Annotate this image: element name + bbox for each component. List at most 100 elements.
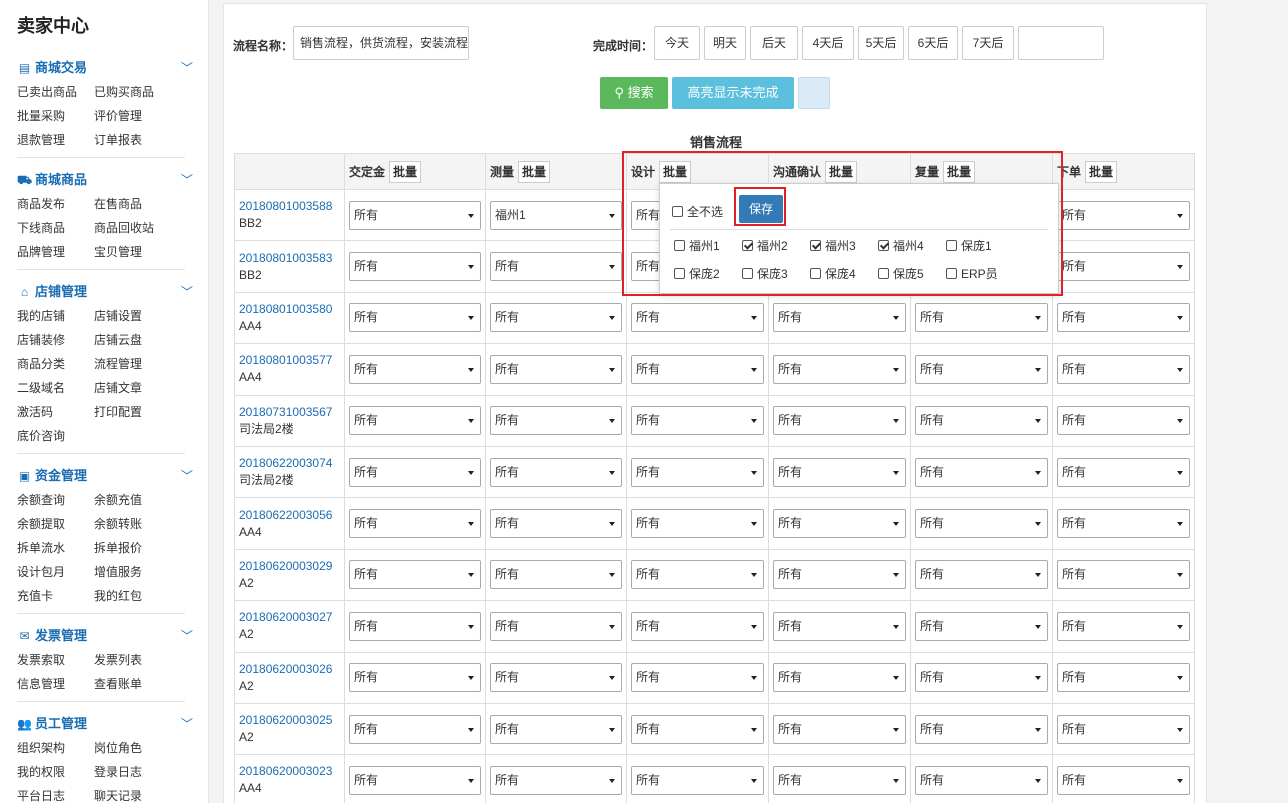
order-number-link[interactable]: 20180731003567 [239, 404, 340, 421]
assignee-select[interactable]: 所有 [490, 509, 622, 539]
sidebar-item[interactable]: 岗位角色 [94, 736, 171, 760]
chevron-down-icon[interactable]: ﹀ [181, 464, 193, 488]
assignee-select[interactable]: 所有 [1057, 611, 1190, 641]
sidebar-item[interactable]: 组织架构 [17, 736, 94, 760]
assignee-select[interactable]: 所有 [631, 765, 764, 795]
sidebar-item[interactable]: 商品回收站 [94, 216, 171, 240]
assignee-select[interactable]: 所有 [631, 354, 764, 384]
sidebar-item[interactable]: 激活码 [17, 400, 94, 424]
search-button[interactable]: ⚲ 搜索 [600, 77, 668, 109]
assignee-select[interactable]: 所有 [490, 765, 622, 795]
sidebar-item[interactable]: 商品发布 [17, 192, 94, 216]
checked-checkbox[interactable] [742, 240, 753, 251]
chevron-down-icon[interactable]: ﹀ [181, 624, 193, 648]
staff-option[interactable]: 保庞5 [878, 265, 924, 282]
sidebar-section-header[interactable]: ⌂ 店铺管理 ﹀ [17, 280, 193, 304]
checked-checkbox[interactable] [878, 240, 889, 251]
assignee-select[interactable]: 所有 [631, 560, 764, 590]
checkbox[interactable] [810, 268, 821, 279]
sidebar-section-header[interactable]: ✉ 发票管理 ﹀ [17, 624, 193, 648]
assignee-select[interactable]: 所有 [490, 252, 622, 282]
date-button[interactable]: 7天后 [962, 26, 1014, 60]
sidebar-item[interactable]: 评价管理 [94, 104, 171, 128]
assignee-select[interactable]: 所有 [349, 303, 481, 333]
assignee-select[interactable]: 所有 [349, 354, 481, 384]
assignee-select[interactable]: 所有 [1057, 252, 1190, 282]
sidebar-item[interactable]: 信息管理 [17, 672, 94, 696]
sidebar-item[interactable]: 设计包月 [17, 560, 94, 584]
sidebar-item[interactable]: 平台日志 [17, 784, 94, 803]
sidebar-item[interactable]: 我的红包 [94, 584, 171, 608]
assignee-select[interactable]: 所有 [631, 663, 764, 693]
assignee-select[interactable]: 所有 [1057, 354, 1190, 384]
assignee-select[interactable]: 所有 [1057, 509, 1190, 539]
sidebar-section-header[interactable]: ▣ 资金管理 ﹀ [17, 464, 193, 488]
staff-option[interactable]: 福州1 [674, 237, 720, 254]
sidebar-item[interactable]: 发票列表 [94, 648, 171, 672]
batch-button[interactable]: 批量 [1085, 160, 1118, 183]
sidebar-item[interactable]: 店铺云盘 [94, 328, 171, 352]
assignee-select[interactable]: 所有 [490, 303, 622, 333]
checkbox[interactable] [878, 268, 889, 279]
order-number-link[interactable]: 20180801003583 [239, 250, 340, 267]
assignee-select[interactable]: 所有 [490, 663, 622, 693]
extra-button[interactable] [798, 77, 830, 109]
date-button[interactable]: 今天 [654, 26, 700, 60]
sidebar-item[interactable]: 底价咨询 [17, 424, 94, 448]
sidebar-item[interactable]: 品牌管理 [17, 240, 94, 264]
sidebar-item[interactable]: 已购买商品 [94, 80, 171, 104]
checkbox[interactable] [674, 240, 685, 251]
sidebar-item[interactable]: 拆单流水 [17, 536, 94, 560]
assignee-select[interactable]: 所有 [915, 663, 1048, 693]
assignee-select[interactable]: 所有 [773, 611, 906, 641]
sidebar-item[interactable]: 拆单报价 [94, 536, 171, 560]
sidebar-item[interactable]: 流程管理 [94, 352, 171, 376]
sidebar-item[interactable]: 在售商品 [94, 192, 171, 216]
assignee-select[interactable]: 所有 [490, 560, 622, 590]
sidebar-item[interactable]: 批量采购 [17, 104, 94, 128]
sidebar-item[interactable]: 打印配置 [94, 400, 171, 424]
sidebar-item[interactable]: 增值服务 [94, 560, 171, 584]
assignee-select[interactable]: 所有 [349, 406, 481, 436]
sidebar-item[interactable]: 余额提取 [17, 512, 94, 536]
assignee-select[interactable]: 所有 [349, 714, 481, 744]
assignee-select[interactable]: 所有 [349, 560, 481, 590]
assignee-select[interactable]: 所有 [490, 611, 622, 641]
order-number-link[interactable]: 20180801003580 [239, 301, 340, 318]
assignee-select[interactable]: 所有 [773, 457, 906, 487]
assignee-select[interactable]: 所有 [773, 303, 906, 333]
order-number-link[interactable]: 20180620003027 [239, 609, 340, 626]
staff-option[interactable]: 福州3 [810, 237, 856, 254]
sidebar-item[interactable]: 宝贝管理 [94, 240, 171, 264]
flow-name-input[interactable]: 销售流程，供货流程，安装流程 [293, 26, 469, 60]
order-number-link[interactable]: 20180620003026 [239, 661, 340, 678]
sidebar-item[interactable]: 订单报表 [94, 128, 171, 152]
sidebar-item[interactable]: 登录日志 [94, 760, 171, 784]
checkbox[interactable] [946, 240, 957, 251]
assignee-select[interactable]: 所有 [349, 509, 481, 539]
chevron-down-icon[interactable]: ﹀ [181, 56, 193, 80]
sidebar-item[interactable]: 余额查询 [17, 488, 94, 512]
assignee-select[interactable]: 所有 [773, 765, 906, 795]
order-number-link[interactable]: 20180622003056 [239, 507, 340, 524]
assignee-select[interactable]: 所有 [490, 457, 622, 487]
assignee-select[interactable]: 所有 [915, 509, 1048, 539]
batch-button[interactable]: 批量 [389, 160, 422, 183]
assignee-select[interactable]: 所有 [915, 765, 1048, 795]
assignee-select[interactable]: 所有 [773, 406, 906, 436]
sidebar-item[interactable]: 查看账单 [94, 672, 171, 696]
staff-option[interactable]: ERP员 [946, 265, 998, 282]
date-button[interactable]: 4天后 [802, 26, 854, 60]
assignee-select[interactable]: 所有 [349, 200, 481, 230]
chevron-down-icon[interactable]: ﹀ [181, 168, 193, 192]
assignee-select[interactable]: 所有 [915, 611, 1048, 641]
sidebar-item[interactable]: 二级域名 [17, 376, 94, 400]
assignee-select[interactable]: 所有 [631, 509, 764, 539]
assignee-select[interactable]: 所有 [915, 457, 1048, 487]
assignee-select[interactable]: 所有 [773, 714, 906, 744]
sidebar-item[interactable]: 下线商品 [17, 216, 94, 240]
order-number-link[interactable]: 20180801003588 [239, 198, 340, 215]
order-number-link[interactable]: 20180620003025 [239, 712, 340, 729]
assignee-select[interactable]: 所有 [915, 560, 1048, 590]
assignee-select[interactable]: 所有 [773, 354, 906, 384]
